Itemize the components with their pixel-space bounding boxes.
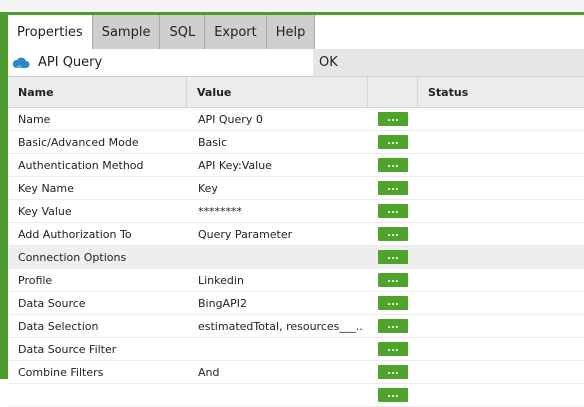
tab-sample[interactable]: Sample bbox=[92, 15, 161, 49]
edit-property-button[interactable]: ... bbox=[378, 227, 408, 241]
properties-grid-body: Name API Query 0... Basic/Advanced Mode Bas… bbox=[8, 108, 584, 407]
property-row[interactable]: Data Source BingAPI2... bbox=[8, 292, 584, 315]
property-name: Authentication Method bbox=[18, 158, 144, 172]
property-value[interactable]: estimatedTotal, resources___.... bbox=[198, 315, 363, 337]
column-header-value: Value bbox=[187, 77, 368, 107]
property-name bbox=[18, 384, 186, 406]
property-row[interactable]: Basic/Advanced Mode Basic... bbox=[8, 131, 584, 154]
property-row[interactable]: Key Value ********... bbox=[8, 200, 584, 223]
property-value[interactable]: BingAPI2 bbox=[198, 292, 363, 314]
property-value[interactable]: Query Parameter bbox=[198, 223, 363, 245]
property-value[interactable] bbox=[198, 246, 363, 268]
property-value[interactable] bbox=[198, 338, 363, 360]
column-header-button bbox=[368, 77, 418, 107]
edit-property-button[interactable]: ... bbox=[378, 342, 408, 356]
property-value[interactable]: Basic bbox=[198, 131, 363, 153]
edit-property-button[interactable]: ... bbox=[378, 135, 408, 149]
edit-property-button[interactable]: ... bbox=[378, 204, 408, 218]
property-name: Add Authorization To bbox=[18, 227, 132, 241]
property-row[interactable]: Add Authorization To Query Parameter... bbox=[8, 223, 584, 246]
column-header-name: Name bbox=[8, 77, 187, 107]
property-row[interactable]: Key Name Key... bbox=[8, 177, 584, 200]
cloud-icon bbox=[12, 57, 30, 68]
tab-bar: Properties Sample SQL Export Help bbox=[8, 15, 316, 49]
property-row[interactable]: Data Source Filter... bbox=[8, 338, 584, 361]
property-value[interactable]: API Key:Value bbox=[198, 154, 363, 176]
property-name: Combine Filters bbox=[18, 365, 104, 379]
property-name: Profile bbox=[18, 273, 53, 287]
tab-sql[interactable]: SQL bbox=[160, 15, 206, 49]
object-name-field[interactable]: API Query bbox=[8, 49, 313, 76]
edit-property-button[interactable]: ... bbox=[378, 273, 408, 287]
tab-help[interactable]: Help bbox=[266, 15, 316, 49]
property-name: Data Selection bbox=[18, 319, 99, 333]
edit-property-button[interactable]: ... bbox=[378, 365, 408, 379]
left-accent-bar bbox=[0, 14, 8, 379]
edit-property-button[interactable]: ... bbox=[378, 158, 408, 172]
property-name: Key Value bbox=[18, 204, 72, 218]
property-value[interactable]: ******** bbox=[198, 200, 363, 222]
property-name: Data Source Filter bbox=[18, 342, 117, 356]
edit-property-button[interactable]: ... bbox=[378, 250, 408, 264]
edit-property-button[interactable]: ... bbox=[378, 112, 408, 126]
edit-property-button[interactable]: ... bbox=[378, 388, 408, 402]
object-title: API Query bbox=[38, 55, 103, 70]
properties-grid-header: Name Value Status bbox=[8, 77, 584, 108]
section-row[interactable]: Connection Options... bbox=[8, 246, 584, 269]
property-row[interactable]: Combine Filters And... bbox=[8, 361, 584, 384]
status-ok-label: OK bbox=[319, 55, 338, 70]
property-row[interactable]: Data Selection estimatedTotal, resources_… bbox=[8, 315, 584, 338]
property-row[interactable]: Name API Query 0... bbox=[8, 108, 584, 131]
property-row[interactable]: ... bbox=[8, 384, 584, 407]
tab-export[interactable]: Export bbox=[205, 15, 267, 49]
property-value[interactable]: Key bbox=[198, 177, 363, 199]
property-name: Data Source bbox=[18, 296, 86, 310]
edit-property-button[interactable]: ... bbox=[378, 296, 408, 310]
object-title-bar: API Query OK bbox=[8, 49, 584, 77]
property-row[interactable]: Authentication Method API Key:Value... bbox=[8, 154, 584, 177]
property-value[interactable] bbox=[198, 384, 363, 406]
column-header-status: Status bbox=[428, 85, 469, 99]
property-value[interactable]: API Query 0 bbox=[198, 108, 363, 130]
property-value[interactable]: Linkedin bbox=[198, 269, 363, 291]
property-name: Name bbox=[18, 112, 51, 126]
property-name: Key Name bbox=[18, 181, 74, 195]
edit-property-button[interactable]: ... bbox=[378, 319, 408, 333]
property-name: Connection Options bbox=[18, 250, 127, 264]
property-value[interactable]: And bbox=[198, 361, 363, 383]
property-row[interactable]: Profile Linkedin... bbox=[8, 269, 584, 292]
tab-properties[interactable]: Properties bbox=[8, 15, 93, 49]
edit-property-button[interactable]: ... bbox=[378, 181, 408, 195]
property-name: Basic/Advanced Mode bbox=[18, 135, 139, 149]
